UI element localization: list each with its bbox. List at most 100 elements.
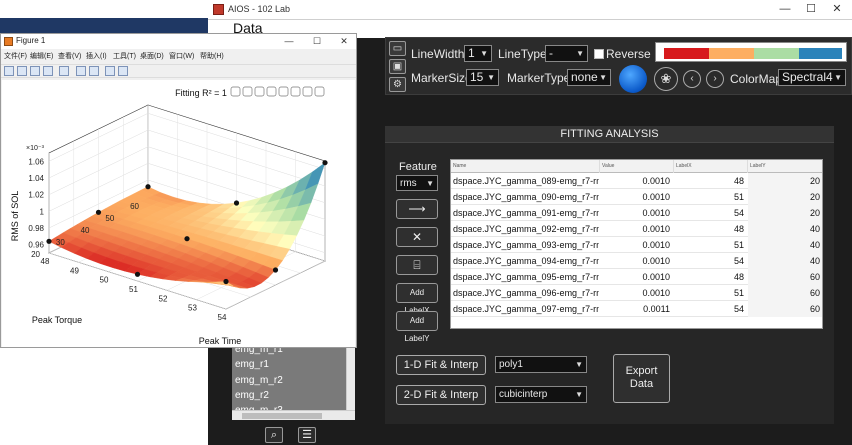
- menu-insert[interactable]: 插入(I): [86, 51, 107, 61]
- image-icon[interactable]: ▣: [389, 59, 406, 74]
- table-cell-labelx[interactable]: 51: [674, 189, 746, 205]
- horizontal-scrollbar[interactable]: [232, 410, 355, 420]
- table-cell-name[interactable]: dspace.JYC_gamma_089-emg_r7-rms: [453, 173, 599, 189]
- menu-file[interactable]: 文件(F): [4, 51, 27, 61]
- table-cell-value[interactable]: 0.0010: [600, 173, 672, 189]
- table-cell-name[interactable]: dspace.JYC_gamma_092-emg_r7-rms: [453, 221, 599, 237]
- table-cell-name[interactable]: dspace.JYC_gamma_090-emg_r7-rms: [453, 189, 599, 205]
- table-row[interactable]: dspace.JYC_gamma_090-emg_r7-rms 0.0010 51 2…: [451, 189, 822, 205]
- feature-select[interactable]: rms ▼: [396, 175, 438, 191]
- add-labelx-button[interactable]: Add LabelX: [396, 283, 438, 315]
- table-cell-labelx[interactable]: 51: [674, 237, 746, 253]
- menu-view[interactable]: 查看(V): [58, 51, 81, 61]
- list-item[interactable]: emg_m_r2: [235, 375, 283, 386]
- table-cell-name[interactable]: dspace.JYC_gamma_097-emg_r7-rms: [453, 301, 599, 317]
- table-row[interactable]: dspace.JYC_gamma_091-emg_r7-rms 0.0010 54 2…: [451, 205, 822, 221]
- marker-size-select[interactable]: 15 ▼: [466, 69, 499, 86]
- figure-close-button[interactable]: ✕: [333, 34, 355, 49]
- add-labely-button[interactable]: Add LabelY: [396, 311, 438, 343]
- fit-1d-button[interactable]: 1-D Fit & Interp: [396, 355, 486, 375]
- palette-icon[interactable]: ❀: [654, 67, 678, 91]
- search-icon[interactable]: ⌕: [265, 427, 283, 443]
- color-picker-ball[interactable]: [619, 65, 647, 93]
- list-item[interactable]: emg_r2: [235, 390, 269, 401]
- table-cell-labely[interactable]: 40: [748, 253, 822, 269]
- list-item[interactable]: emg_m_r1: [235, 348, 283, 355]
- new-file-icon[interactable]: [4, 66, 14, 76]
- table-cell-value[interactable]: 0.0010: [600, 189, 672, 205]
- table-row[interactable]: dspace.JYC_gamma_094-emg_r7-rms 0.0010 54 4…: [451, 253, 822, 269]
- colorbar-icon[interactable]: [76, 66, 86, 76]
- figure-minimize-button[interactable]: —: [278, 34, 300, 49]
- pointer-icon[interactable]: [105, 66, 115, 76]
- table-cell-name[interactable]: dspace.JYC_gamma_094-emg_r7-rms: [453, 253, 599, 269]
- table-cell-labelx[interactable]: 48: [674, 221, 746, 237]
- open-folder-icon[interactable]: [17, 66, 27, 76]
- menu-tools[interactable]: 工具(T): [113, 51, 136, 61]
- table-cell-labely[interactable]: 60: [748, 269, 822, 285]
- table-cell-value[interactable]: 0.0010: [600, 237, 672, 253]
- table-cell-value[interactable]: 0.0011: [600, 301, 672, 317]
- table-cell-labely[interactable]: 40: [748, 221, 822, 237]
- export-data-button[interactable]: Export Data: [613, 354, 670, 403]
- table-cell-labelx[interactable]: 48: [674, 173, 746, 189]
- menu-window[interactable]: 窗口(W): [169, 51, 194, 61]
- table-row[interactable]: dspace.JYC_gamma_097-emg_r7-rms 0.0011 54 6…: [451, 301, 822, 317]
- table-cell-name[interactable]: dspace.JYC_gamma_095-emg_r7-rms: [453, 269, 599, 285]
- table-cell-value[interactable]: 0.0010: [600, 205, 672, 221]
- link-icon[interactable]: [59, 66, 69, 76]
- table-row[interactable]: dspace.JYC_gamma_092-emg_r7-rms 0.0010 48 4…: [451, 221, 822, 237]
- menu-edit[interactable]: 编辑(E): [30, 51, 53, 61]
- vertical-scrollbar[interactable]: [346, 348, 355, 410]
- minimize-button[interactable]: —: [774, 2, 796, 17]
- chevron-left-icon[interactable]: ‹: [683, 70, 701, 88]
- table-cell-labelx[interactable]: 54: [674, 253, 746, 269]
- close-button[interactable]: ✕: [826, 2, 848, 17]
- table-cell-name[interactable]: dspace.JYC_gamma_096-emg_r7-rms: [453, 285, 599, 301]
- menu-desktop[interactable]: 桌面(D): [140, 51, 164, 61]
- table-cell-labelx[interactable]: 51: [674, 285, 746, 301]
- table-cell-value[interactable]: 0.0010: [600, 285, 672, 301]
- table-cell-labely[interactable]: 60: [748, 301, 822, 317]
- table-cell-labely[interactable]: 20: [748, 189, 822, 205]
- line-type-select[interactable]: - ▼: [545, 45, 588, 62]
- table-row[interactable]: dspace.JYC_gamma_095-emg_r7-rms 0.0010 48 6…: [451, 269, 822, 285]
- print-icon[interactable]: [43, 66, 53, 76]
- figure-maximize-button[interactable]: ☐: [306, 34, 328, 49]
- maximize-button[interactable]: ☐: [800, 2, 822, 17]
- table-cell-labely[interactable]: 40: [748, 237, 822, 253]
- table-row[interactable]: dspace.JYC_gamma_096-emg_r7-rms 0.0010 51 6…: [451, 285, 822, 301]
- list-item[interactable]: emg_r1: [235, 359, 269, 370]
- line-width-select[interactable]: 1 ▼: [464, 45, 492, 62]
- scrollbar-thumb[interactable]: [242, 413, 322, 419]
- table-cell-value[interactable]: 0.0010: [600, 253, 672, 269]
- menu-help[interactable]: 帮助(H): [200, 51, 224, 61]
- colormap-select[interactable]: Spectral4 ▼: [778, 69, 846, 86]
- chevron-right-icon[interactable]: ›: [706, 70, 724, 88]
- fit-2d-button[interactable]: 2-D Fit & Interp: [396, 385, 486, 405]
- table-row[interactable]: dspace.JYC_gamma_093-emg_r7-rms 0.0010 51 4…: [451, 237, 822, 253]
- delete-x-icon[interactable]: ✕: [396, 227, 438, 247]
- save-icon[interactable]: [30, 66, 40, 76]
- fit-2d-select[interactable]: cubicinterp ▼: [495, 386, 587, 403]
- table-cell-name[interactable]: dspace.JYC_gamma_091-emg_r7-rms: [453, 205, 599, 221]
- gear-icon[interactable]: ⚙: [389, 77, 406, 92]
- dock-icon[interactable]: [118, 66, 128, 76]
- marker-type-select[interactable]: none ▼: [567, 69, 611, 86]
- list-icon[interactable]: ☰: [298, 427, 316, 443]
- table-cell-value[interactable]: 0.0010: [600, 221, 672, 237]
- fit-1d-select[interactable]: poly1 ▼: [495, 356, 587, 373]
- table-cell-labelx[interactable]: 48: [674, 269, 746, 285]
- table-cell-labely[interactable]: 20: [748, 173, 822, 189]
- table-cell-labelx[interactable]: 54: [674, 205, 746, 221]
- table-row[interactable]: dspace.JYC_gamma_089-emg_r7-rms 0.0010 48 2…: [451, 173, 822, 189]
- table-cell-name[interactable]: dspace.JYC_gamma_093-emg_r7-rms: [453, 237, 599, 253]
- reverse-checkbox[interactable]: [594, 49, 604, 59]
- table-cell-labely[interactable]: 20: [748, 205, 822, 221]
- folder-icon[interactable]: ▭: [389, 41, 406, 56]
- table-cell-value[interactable]: 0.0010: [600, 269, 672, 285]
- table-cell-labely[interactable]: 60: [748, 285, 822, 301]
- clear-icon[interactable]: ⌸: [396, 255, 438, 275]
- arrow-right-icon[interactable]: ⟶: [396, 199, 438, 219]
- table-cell-labelx[interactable]: 54: [674, 301, 746, 317]
